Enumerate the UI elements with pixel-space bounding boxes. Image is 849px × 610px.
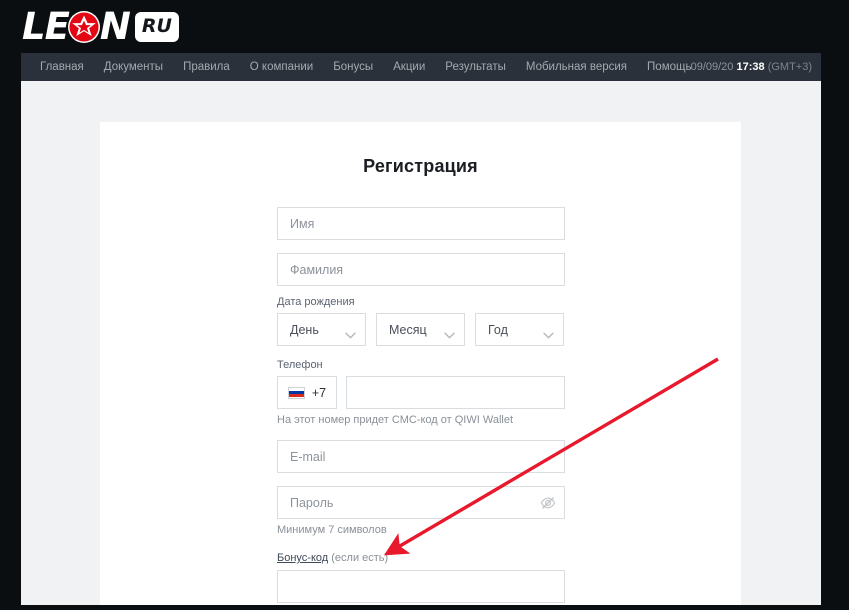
- star-football-icon: [67, 10, 101, 44]
- eye-off-icon[interactable]: [540, 495, 556, 511]
- logo-text-le: LE: [22, 4, 70, 48]
- clock-timezone: (GMT+3): [767, 61, 812, 73]
- birth-date-label: Дата рождения: [277, 296, 355, 308]
- birth-month-select[interactable]: Месяц: [376, 313, 465, 346]
- logo-ru-badge: RU: [134, 12, 179, 42]
- logo-text-n: N: [99, 4, 131, 48]
- nav-item-promos[interactable]: Акции: [383, 53, 435, 81]
- birth-month-value: Месяц: [389, 322, 427, 337]
- chevron-down-icon: [444, 326, 455, 339]
- last-name-input[interactable]: [277, 253, 565, 286]
- birth-year-select[interactable]: Год: [475, 313, 564, 346]
- password-hint: Минимум 7 символов: [277, 524, 387, 536]
- phone-input[interactable]: [346, 376, 565, 409]
- registration-form: Дата рождения День Месяц Год Тел: [277, 207, 565, 603]
- birth-day-value: День: [290, 322, 319, 337]
- page-title: Регистрация: [363, 156, 478, 176]
- birth-date-row: День Месяц Год: [277, 313, 565, 346]
- nav-item-about[interactable]: О компании: [240, 53, 323, 81]
- nav-item-home[interactable]: Главная: [30, 53, 94, 81]
- birth-day-select[interactable]: День: [277, 313, 366, 346]
- birth-year-value: Год: [488, 322, 508, 337]
- nav-item-rules[interactable]: Правила: [173, 53, 240, 81]
- phone-label: Телефон: [277, 359, 323, 371]
- nav-item-mobile[interactable]: Мобильная версия: [516, 53, 637, 81]
- russia-flag-icon: [287, 386, 305, 399]
- bonus-code-link[interactable]: Бонус-код: [277, 552, 328, 564]
- nav-items: Главная Документы Правила О компании Бон…: [21, 53, 701, 81]
- chevron-down-icon: [345, 326, 356, 339]
- phone-row: +7: [277, 376, 565, 409]
- country-code-select[interactable]: +7: [277, 376, 337, 409]
- first-name-input[interactable]: [277, 207, 565, 240]
- phone-hint: На этот номер придет СМС-код от QIWI Wal…: [277, 414, 514, 426]
- server-clock: 09/09/20 17:38 (GMT+3): [691, 53, 812, 81]
- leon-logo[interactable]: LE N RU: [22, 6, 212, 46]
- nav-item-results[interactable]: Результаты: [435, 53, 516, 81]
- site-header: LE N RU: [0, 0, 849, 53]
- chevron-down-icon: [543, 326, 554, 339]
- clock-date: 09/09/20: [690, 61, 734, 73]
- password-wrapper: [277, 486, 565, 519]
- nav-item-bonuses[interactable]: Бонусы: [323, 53, 383, 81]
- bonus-code-input[interactable]: [277, 570, 565, 603]
- bonus-code-optional-text: (если есть): [331, 552, 389, 564]
- main-navigation: Главная Документы Правила О компании Бон…: [21, 53, 821, 81]
- clock-time: 17:38: [736, 61, 765, 73]
- country-code-value: +7: [311, 385, 327, 400]
- logo-wordmark: LE N: [22, 4, 131, 48]
- bonus-code-label: Бонус-код (если есть): [277, 551, 565, 565]
- registration-card: Регистрация Дата рождения День Месяц Год: [100, 122, 741, 605]
- nav-item-documents[interactable]: Документы: [94, 53, 173, 81]
- password-input[interactable]: [277, 486, 565, 519]
- email-input[interactable]: [277, 440, 565, 473]
